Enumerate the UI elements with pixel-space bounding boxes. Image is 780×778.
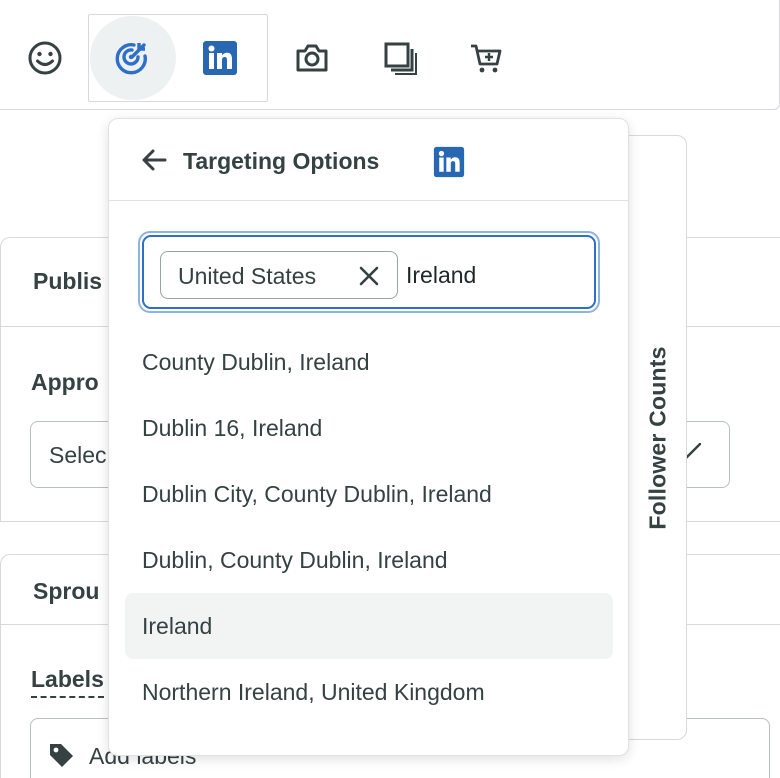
publishing-label: Publis — [33, 268, 103, 294]
location-search-inner: United States — [142, 235, 596, 309]
tag-icon — [50, 744, 73, 767]
follower-counts-label: Follower Counts — [644, 346, 671, 530]
selected-location-token: United States — [160, 251, 398, 299]
linkedin-icon — [433, 146, 465, 178]
approval-label: Appro — [31, 369, 99, 395]
location-search-field[interactable]: United States — [138, 231, 600, 313]
targeting-options-popover: Targeting Options United States County D… — [108, 118, 629, 756]
linkedin-icon — [203, 41, 237, 75]
camera-icon — [296, 44, 328, 72]
compose-toolbar — [0, 0, 780, 110]
shop-cart-icon — [471, 44, 502, 73]
sprout-label: Sprou — [33, 578, 100, 604]
targeting-icon — [115, 43, 147, 75]
location-search-input[interactable] — [406, 255, 586, 295]
result-item[interactable]: County Dublin, Ireland — [125, 329, 613, 395]
result-item[interactable]: Dublin City, County Dublin, Ireland — [125, 461, 613, 527]
linkedin-network-button[interactable] — [200, 36, 240, 80]
result-item[interactable]: Dublin, County Dublin, Ireland — [125, 527, 613, 593]
emoji-button[interactable] — [25, 36, 65, 80]
popover-title: Targeting Options — [183, 148, 380, 174]
location-results-list: County Dublin, Ireland Dublin 16, Irelan… — [125, 329, 613, 725]
camera-button[interactable] — [292, 36, 332, 80]
result-item[interactable]: Dublin 16, Ireland — [125, 395, 613, 461]
targeting-button[interactable] — [112, 36, 152, 80]
close-icon[interactable] — [357, 264, 381, 288]
result-item[interactable]: Northern Ireland, United Kingdom — [125, 659, 613, 725]
labels-heading: Labels — [31, 666, 104, 698]
popover-header: Targeting Options — [109, 119, 628, 201]
smiley-icon — [28, 41, 62, 75]
result-item-highlighted[interactable]: Ireland — [125, 593, 613, 659]
gallery-button[interactable] — [380, 36, 420, 80]
shop-button[interactable] — [466, 36, 506, 80]
gallery-icon — [384, 42, 417, 75]
token-label: United States — [178, 263, 317, 289]
approval-select-placeholder: Selec — [49, 442, 107, 468]
back-arrow-icon[interactable] — [141, 147, 167, 173]
